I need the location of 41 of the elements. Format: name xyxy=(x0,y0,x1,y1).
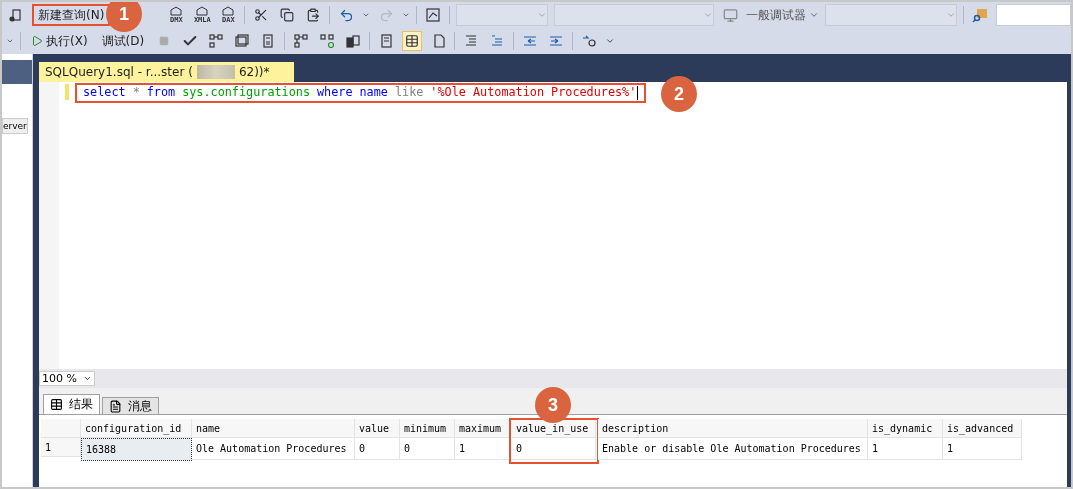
document-tab[interactable]: SQLQuery1.sql - r...ster ( 62))* xyxy=(39,62,294,82)
table-cell: 1 xyxy=(943,438,1022,460)
row-number: 1 xyxy=(41,438,81,457)
play-icon xyxy=(31,35,43,47)
column-header[interactable]: is_advanced xyxy=(943,419,1022,438)
column-header[interactable]: description xyxy=(598,419,868,438)
table-cell: Ole Automation Procedures xyxy=(192,438,355,460)
column-header[interactable]: name xyxy=(192,419,355,438)
column-header[interactable]: value xyxy=(355,419,400,438)
zoom-dropdown[interactable]: 100 % xyxy=(39,371,95,386)
server-label[interactable]: erver xyxy=(2,118,28,134)
document-icon xyxy=(109,399,122,413)
callout-badge: 1 xyxy=(106,2,142,32)
debugger-button[interactable]: 一般调试器 xyxy=(746,4,820,26)
dropdown-field[interactable] xyxy=(825,4,958,26)
column-header[interactable]: minimum xyxy=(400,419,455,438)
table-cell: Enable or disable Ole Automation Procedures xyxy=(598,438,868,460)
panel-header xyxy=(2,60,32,84)
table-cell: 0 xyxy=(400,438,455,460)
column-header[interactable]: configuration_id xyxy=(81,419,192,438)
column-header[interactable]: is_dynamic xyxy=(868,419,943,438)
dropdown-field[interactable] xyxy=(554,4,715,26)
table-cell: 0 xyxy=(355,438,400,460)
callout-badge: 2 xyxy=(661,76,697,112)
results-tab[interactable]: 结果 xyxy=(43,394,100,414)
results-grid-icon[interactable] xyxy=(402,31,423,51)
table-cell: 0 xyxy=(512,438,596,460)
table-cell: 1 xyxy=(868,438,943,460)
dropdown-field[interactable] xyxy=(456,4,549,26)
caret-icon xyxy=(809,10,820,20)
results-tab[interactable]: 消息 xyxy=(102,397,159,414)
grid-icon xyxy=(50,398,63,411)
column-header[interactable]: value_in_use xyxy=(512,419,596,438)
debug-button[interactable]: 调试(D) xyxy=(97,30,149,52)
blurred-text xyxy=(196,65,235,79)
column-header[interactable]: maximum xyxy=(455,419,510,438)
tab-title: SQLQuery1.sql - r...ster ( xyxy=(45,65,193,79)
execute-button[interactable]: 执行(X) xyxy=(27,30,92,52)
table-cell: 16388 xyxy=(81,438,192,461)
tab-title: 62))* xyxy=(238,65,270,79)
search-field[interactable] xyxy=(996,4,1071,26)
